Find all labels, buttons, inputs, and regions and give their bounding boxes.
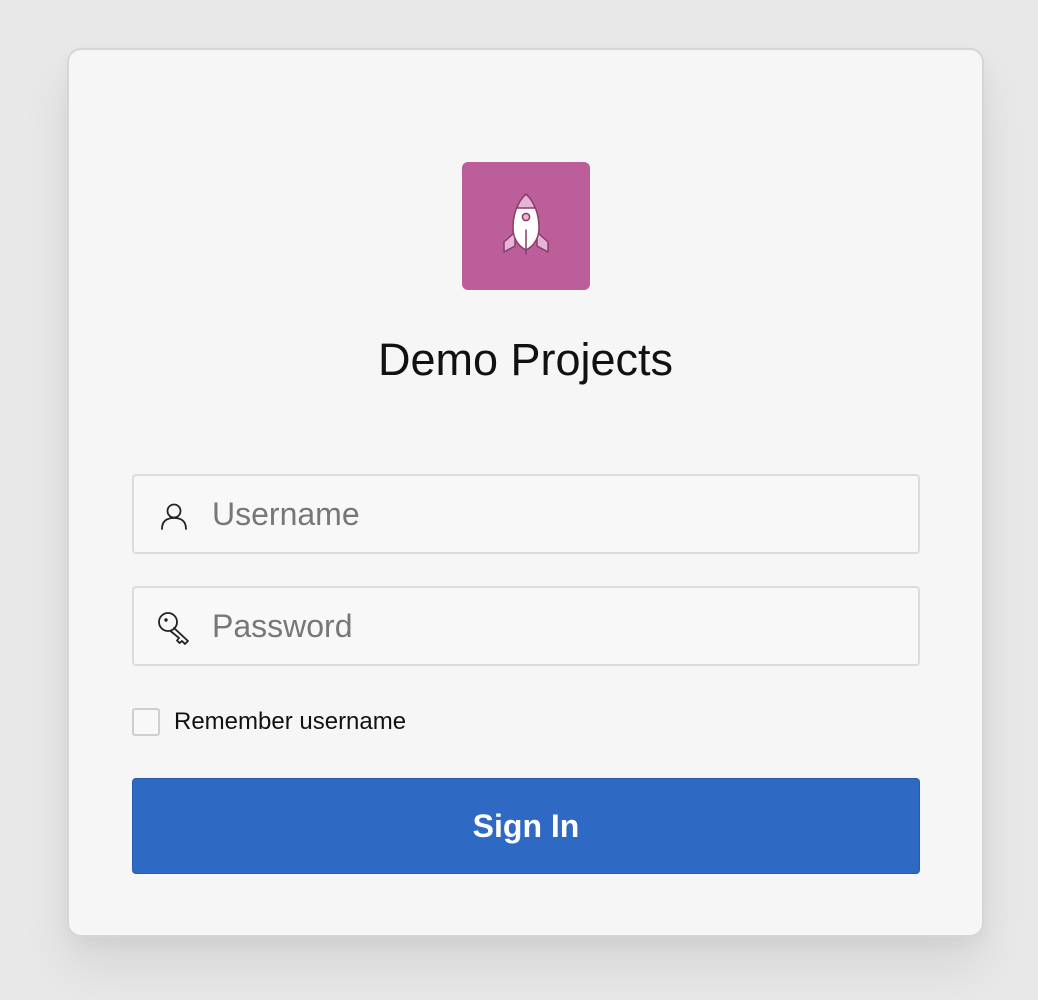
app-logo [462,162,590,290]
rocket-icon [503,192,549,255]
login-card: Demo Projects Remember username Sign In [67,48,984,937]
username-input[interactable] [212,476,902,552]
password-input[interactable] [212,588,902,664]
username-field[interactable] [132,474,920,554]
password-field[interactable] [132,586,920,666]
remember-username-label[interactable]: Remember username [174,708,406,736]
key-icon [156,610,192,646]
user-icon [156,498,192,534]
sign-in-button[interactable]: Sign In [132,778,920,874]
remember-username-row[interactable]: Remember username [132,705,406,739]
remember-username-checkbox[interactable] [132,708,160,736]
app-title: Demo Projects [377,334,674,385]
